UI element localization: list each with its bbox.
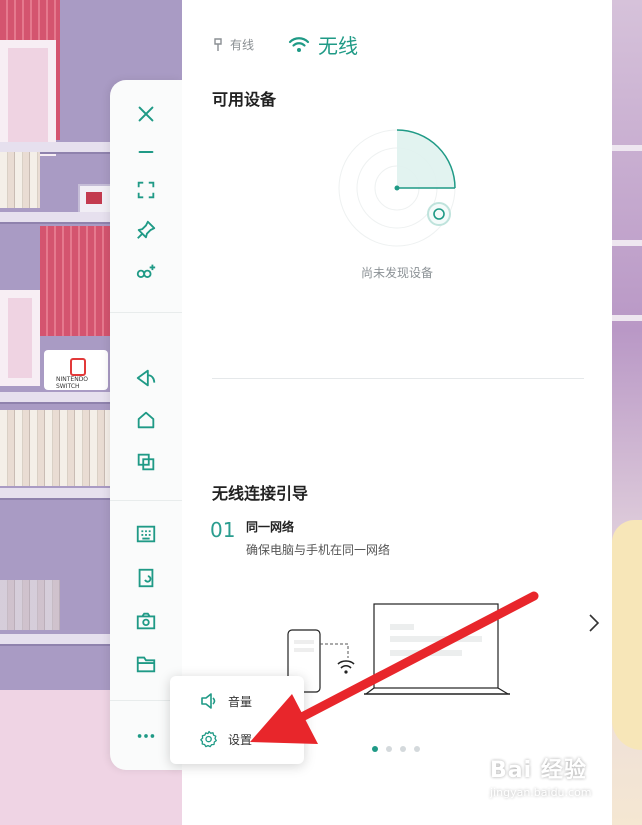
step-number: 01 bbox=[210, 518, 236, 542]
next-slide-arrow-icon[interactable] bbox=[584, 612, 604, 634]
tab-wireless[interactable]: 无线 bbox=[288, 30, 358, 59]
minimize-icon[interactable] bbox=[132, 138, 160, 166]
watermark-url: jingyan.baidu.com bbox=[490, 786, 592, 799]
back-icon[interactable] bbox=[132, 364, 160, 392]
tab-wireless-label: 无线 bbox=[318, 34, 358, 58]
radar-scan-graphic bbox=[338, 129, 456, 247]
more-popup-menu: 音量 设置 bbox=[170, 676, 304, 764]
fullscreen-icon[interactable] bbox=[132, 176, 160, 204]
menu-item-settings-label: 设置 bbox=[228, 732, 253, 747]
character-decoration bbox=[612, 520, 642, 750]
settings-icon bbox=[200, 730, 217, 748]
multitask-icon[interactable] bbox=[132, 448, 160, 476]
console-box-decoration: NINTENDO SWITCH bbox=[44, 350, 108, 390]
folder-icon[interactable] bbox=[132, 650, 160, 678]
available-devices-title: 可用设备 bbox=[212, 90, 277, 109]
menu-item-volume[interactable]: 音量 bbox=[200, 692, 252, 710]
pin-icon[interactable] bbox=[132, 216, 160, 244]
usb-plug-icon bbox=[214, 37, 222, 51]
tab-wired-label: 有线 bbox=[230, 38, 255, 52]
screen-mirror-add-icon[interactable] bbox=[132, 258, 160, 286]
home-icon[interactable] bbox=[132, 406, 160, 434]
menu-item-volume-label: 音量 bbox=[228, 694, 253, 709]
section-divider bbox=[212, 378, 584, 379]
menu-item-settings[interactable]: 设置 bbox=[200, 730, 252, 748]
guide-title: 无线连接引导 bbox=[212, 484, 309, 503]
screenshot-icon[interactable] bbox=[132, 607, 160, 635]
step-description: 确保电脑与手机在同一网络 bbox=[246, 543, 391, 557]
side-toolbar bbox=[110, 80, 182, 770]
more-icon[interactable] bbox=[132, 722, 160, 750]
screen-record-icon[interactable] bbox=[132, 564, 160, 592]
pagination-dot[interactable] bbox=[414, 746, 420, 752]
baidu-watermark: Bai 经验 jingyan.baidu.com bbox=[490, 752, 592, 799]
pagination-dot[interactable] bbox=[386, 746, 392, 752]
pagination-dot[interactable] bbox=[372, 746, 378, 752]
no-device-text: 尚未发现设备 bbox=[360, 266, 433, 280]
same-network-illustration bbox=[287, 603, 510, 695]
keyboard-icon[interactable] bbox=[132, 520, 160, 548]
carousel-pagination bbox=[372, 746, 420, 752]
volume-icon bbox=[201, 693, 216, 709]
close-icon[interactable] bbox=[132, 100, 160, 128]
wifi-icon bbox=[288, 36, 310, 52]
tab-wired[interactable]: 有线 bbox=[212, 36, 254, 53]
pagination-dot[interactable] bbox=[400, 746, 406, 752]
watermark-title: Bai 经验 bbox=[490, 758, 587, 783]
step-title: 同一网络 bbox=[246, 520, 295, 534]
